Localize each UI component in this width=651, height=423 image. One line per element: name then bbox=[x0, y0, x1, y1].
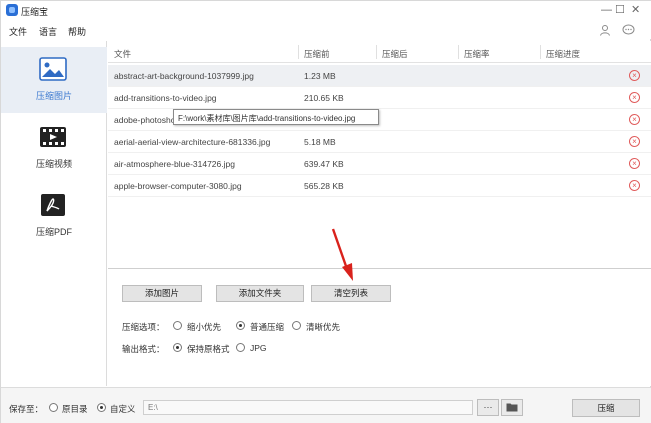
column-header-before: 压缩前 bbox=[304, 49, 330, 59]
maximize-button[interactable]: ☐ bbox=[615, 4, 625, 16]
column-header-after: 压缩后 bbox=[382, 49, 408, 59]
menu-language[interactable]: 语言 bbox=[39, 25, 57, 38]
column-header-progress: 压缩进度 bbox=[546, 49, 581, 59]
remove-file-icon[interactable]: × bbox=[629, 180, 640, 191]
options-panel: 添加图片 添加文件夹 清空列表 压缩选项： 缩小优先 普通压缩 清晰优先 输出格… bbox=[108, 269, 651, 386]
radio-label: 清晰优先 bbox=[306, 322, 341, 332]
sidebar-item-label: 压缩视频 bbox=[35, 159, 72, 169]
radio-normal-compress[interactable] bbox=[236, 321, 245, 330]
file-name: add-transitions-to-video.jpg bbox=[114, 93, 217, 103]
radio-label: JPG bbox=[250, 343, 267, 353]
sidebar-item-compress-image[interactable]: 压缩图片 bbox=[1, 47, 107, 113]
add-folder-button[interactable]: 添加文件夹 bbox=[216, 285, 304, 302]
column-divider bbox=[540, 45, 541, 59]
table-row[interactable]: add-transitions-to-video.jpg 210.65 KB × bbox=[108, 87, 651, 109]
column-divider bbox=[458, 45, 459, 59]
minimize-button[interactable]: — bbox=[601, 4, 612, 16]
radio-jpg[interactable] bbox=[236, 343, 245, 352]
menu-file[interactable]: 文件 bbox=[9, 25, 27, 38]
browse-button[interactable]: ··· bbox=[477, 399, 499, 416]
file-name: apple-browser-computer-3080.jpg bbox=[114, 181, 242, 191]
remove-file-icon[interactable]: × bbox=[629, 92, 640, 103]
open-folder-button[interactable] bbox=[501, 399, 523, 416]
radio-original-dir[interactable] bbox=[49, 403, 58, 412]
table-row[interactable]: apple-browser-computer-3080.jpg 565.28 K… bbox=[108, 175, 651, 197]
save-path-input[interactable]: E:\ bbox=[143, 400, 473, 415]
radio-label: 普通压缩 bbox=[250, 322, 285, 332]
table-header: 文件 压缩前 压缩后 压缩率 压缩进度 bbox=[108, 41, 651, 63]
column-divider bbox=[376, 45, 377, 59]
file-size: 210.65 KB bbox=[304, 93, 344, 103]
file-name: aerial-aerial-view-architecture-681336.j… bbox=[114, 137, 271, 147]
app-title: 压缩宝 bbox=[21, 7, 49, 17]
file-size: 1.23 MB bbox=[304, 71, 336, 81]
clear-list-button[interactable]: 清空列表 bbox=[311, 285, 391, 302]
title-bar: 压缩宝 — ☐ ✕ bbox=[1, 1, 651, 21]
menu-bar: 文件 语言 帮助 bbox=[1, 21, 651, 39]
radio-custom-dir[interactable] bbox=[97, 403, 106, 412]
file-size: 5.18 MB bbox=[304, 137, 336, 147]
sidebar: 压缩图片 压缩视频 压缩PDF bbox=[1, 41, 107, 386]
table-row[interactable]: abstract-art-background-1037999.jpg 1.23… bbox=[108, 65, 651, 87]
footer-bar: 保存至： 原目录 自定义 E:\ ··· 压缩 bbox=[1, 387, 651, 423]
remove-file-icon[interactable]: × bbox=[629, 70, 640, 81]
remove-file-icon[interactable]: × bbox=[629, 136, 640, 147]
file-name: abstract-art-background-1037999.jpg bbox=[114, 71, 254, 81]
add-images-button[interactable]: 添加图片 bbox=[122, 285, 202, 302]
folder-icon bbox=[506, 403, 518, 412]
radio-shrink-first[interactable] bbox=[173, 321, 182, 330]
sidebar-item-compress-pdf[interactable]: 压缩PDF bbox=[1, 183, 107, 249]
compress-button[interactable]: 压缩 bbox=[572, 399, 640, 417]
file-size: 639.47 KB bbox=[304, 159, 344, 169]
close-button[interactable]: ✕ bbox=[631, 4, 640, 16]
radio-label: 原目录 bbox=[62, 404, 88, 414]
table-row[interactable]: aerial-aerial-view-architecture-681336.j… bbox=[108, 131, 651, 153]
sidebar-item-compress-video[interactable]: 压缩视频 bbox=[1, 115, 107, 181]
file-name: adobe-photoshop bbox=[114, 115, 181, 125]
output-format-label: 输出格式： bbox=[122, 344, 165, 354]
radio-clarity-first[interactable] bbox=[292, 321, 301, 330]
menu-help[interactable]: 帮助 bbox=[68, 25, 86, 38]
app-logo-icon bbox=[6, 4, 18, 16]
remove-file-icon[interactable]: × bbox=[629, 114, 640, 125]
sidebar-item-label: 压缩PDF bbox=[35, 227, 72, 237]
radio-label: 自定义 bbox=[110, 404, 136, 414]
file-size: 565.28 KB bbox=[304, 181, 344, 191]
radio-label: 缩小优先 bbox=[187, 322, 222, 332]
film-icon bbox=[40, 127, 66, 147]
table-row[interactable]: air-atmosphere-blue-314726.jpg 639.47 KB… bbox=[108, 153, 651, 175]
user-icon[interactable] bbox=[599, 24, 611, 36]
app-window: 压缩宝 — ☐ ✕ 文件 语言 帮助 压缩图片 压缩视频 压缩PDF 文件 压缩… bbox=[0, 0, 651, 423]
image-icon bbox=[39, 57, 67, 81]
feedback-icon[interactable] bbox=[622, 24, 635, 36]
column-header-ratio: 压缩率 bbox=[464, 49, 490, 59]
file-table: 文件 压缩前 压缩后 压缩率 压缩进度 abstract-art-backgro… bbox=[108, 41, 651, 269]
radio-label: 保持原格式 bbox=[187, 344, 230, 354]
radio-keep-format[interactable] bbox=[173, 343, 182, 352]
file-name: air-atmosphere-blue-314726.jpg bbox=[114, 159, 235, 169]
compress-options-label: 压缩选项： bbox=[122, 322, 165, 332]
remove-file-icon[interactable]: × bbox=[629, 158, 640, 169]
file-path-tooltip: F:\work\素材库\图片库\add-transitions-to-video… bbox=[173, 109, 379, 125]
column-header-file: 文件 bbox=[114, 49, 132, 59]
save-to-label: 保存至： bbox=[9, 404, 44, 414]
sidebar-item-label: 压缩图片 bbox=[35, 91, 72, 101]
column-divider bbox=[298, 45, 299, 59]
pdf-icon bbox=[41, 194, 65, 216]
